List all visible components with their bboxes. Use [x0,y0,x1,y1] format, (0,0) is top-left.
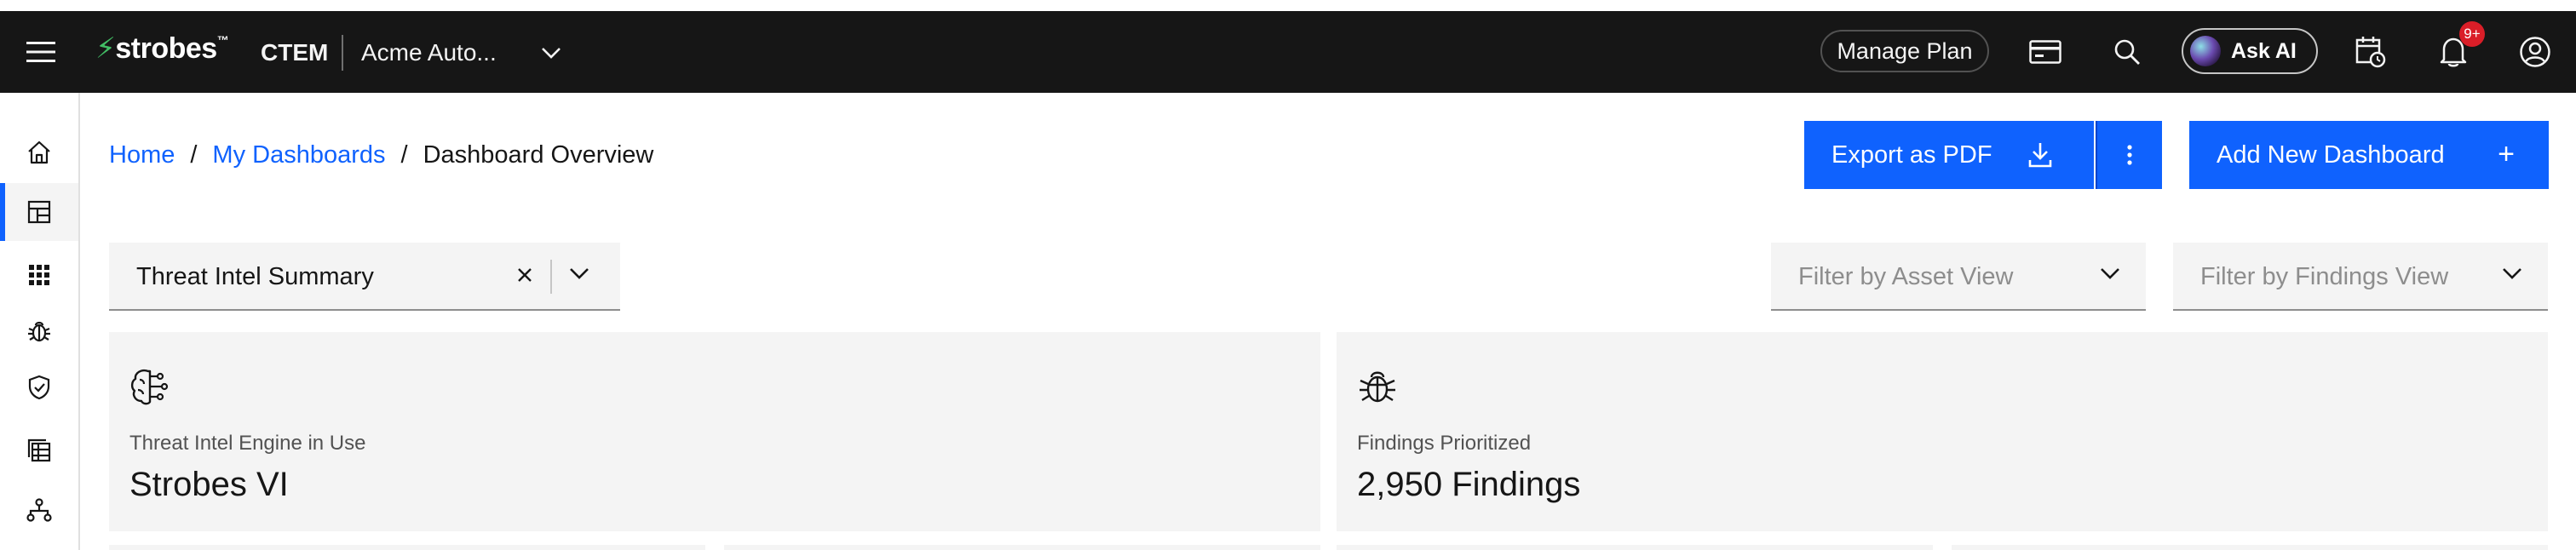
dashboard-icon [27,200,51,224]
breadcrumb-separator: / [400,141,408,169]
brain-circuit-icon [129,366,172,407]
bug-icon [1357,366,1398,407]
findings-view-placeholder: Filter by Findings View [2200,263,2449,290]
breadcrumb: Home / My Dashboards / Dashboard Overvie… [109,141,653,169]
download-icon [2027,141,2053,169]
nav-dashboards[interactable] [0,183,78,241]
ask-ai-button[interactable]: Ask AI [2182,28,2318,74]
topbar-divider [342,35,343,71]
overflow-menu-icon [2127,145,2132,165]
logo-trademark: ™ [216,33,229,47]
plus-icon: + [2498,138,2515,170]
search-icon[interactable] [2110,35,2144,69]
shield-check-icon [28,375,50,400]
manage-plan-button[interactable]: Manage Plan [1820,30,1989,72]
event-schedule-icon[interactable] [2353,33,2389,71]
data-table-icon [27,438,51,462]
add-new-dashboard-button[interactable]: Add New Dashboard + [2189,121,2549,189]
asset-view-placeholder: Filter by Asset View [1798,263,2014,290]
summary-tile [1337,545,1933,550]
breadcrumb-separator: / [190,141,198,169]
findings-view-filter[interactable]: Filter by Findings View [2173,243,2548,311]
network-topology-icon [26,498,52,522]
card-label: Findings Prioritized [1357,432,1532,455]
summary-tile [724,545,1320,550]
home-icon [28,140,50,164]
chevron-down-icon [2502,266,2522,280]
card-value: Strobes VI [129,466,289,503]
nav-topology[interactable] [0,481,78,539]
nav-tables[interactable] [0,421,78,479]
dashboard-select-value: Threat Intel Summary [136,263,374,290]
nav-findings[interactable] [0,302,78,360]
select-divider [550,260,552,294]
export-pdf-button[interactable]: Export as PDF [1804,121,2094,189]
nav-security[interactable] [0,358,78,416]
more-options-button[interactable] [2096,121,2162,189]
organization-name[interactable]: Acme Auto... [361,39,497,66]
add-dashboard-label: Add New Dashboard [2217,140,2445,169]
org-chevron-down-icon[interactable] [538,40,564,66]
user-profile-icon[interactable] [2516,33,2554,71]
breadcrumb-my-dashboards-link[interactable]: My Dashboards [212,141,385,169]
asset-view-filter[interactable]: Filter by Asset View [1771,243,2146,311]
hamburger-menu-icon[interactable] [22,37,60,67]
side-navigation [0,93,80,550]
summary-tile [1952,545,2548,550]
logo-text: strobes [115,32,217,65]
breadcrumb-current-page: Dashboard Overview [423,141,654,169]
ai-orb-icon [2190,36,2221,66]
bug-icon [28,321,50,342]
window-top-strip [0,0,2576,11]
breadcrumb-home-link[interactable]: Home [109,141,175,169]
nav-apps[interactable] [0,246,78,304]
logo-bolt: ⚡ [95,32,116,65]
top-navbar: ⚡strobes™ CTEM Acme Auto... Manage Plan … [0,11,2576,93]
product-name: CTEM [261,39,329,66]
dashboard-select[interactable]: Threat Intel Summary [109,243,620,311]
notification-badge: 9+ [2459,21,2485,47]
clear-selection-icon[interactable] [515,265,535,285]
nav-home[interactable] [0,123,78,181]
card-value: 2,950 Findings [1357,466,1581,503]
app-grid-icon [29,265,49,285]
billing-card-icon[interactable] [2027,37,2063,67]
strobes-logo[interactable]: ⚡strobes™ [95,32,229,66]
card-label: Threat Intel Engine in Use [129,432,366,455]
chevron-down-icon [2100,266,2120,280]
summary-tile [109,545,705,550]
export-pdf-label: Export as PDF [1831,140,1992,169]
findings-prioritized-card: Findings Prioritized 2,950 Findings [1337,332,2548,531]
ask-ai-label: Ask AI [2231,38,2297,63]
chevron-down-icon[interactable] [569,266,589,280]
threat-intel-engine-card: Threat Intel Engine in Use Strobes VI [109,332,1320,531]
